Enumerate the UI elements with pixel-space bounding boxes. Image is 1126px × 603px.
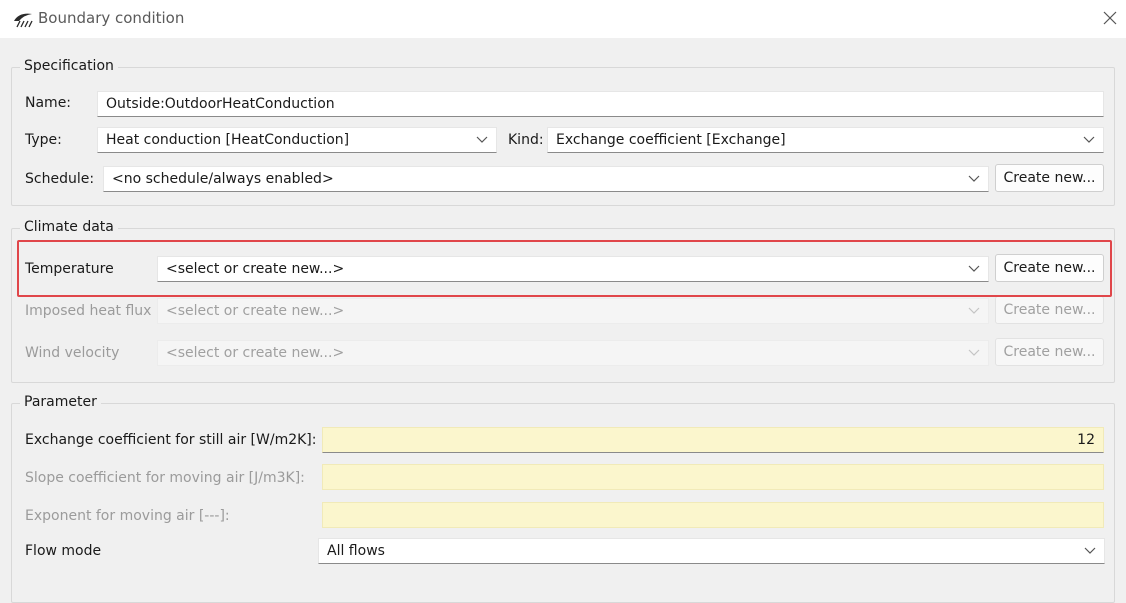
exchange-coefficient-label: Exchange coefficient for still air [W/m2… [25,432,317,448]
exponent-label: Exponent for moving air [---]: [25,508,230,524]
imposed-heat-flux-label: Imposed heat flux [25,303,152,319]
name-input[interactable]: Outside:OutdoorHeatConduction [97,91,1104,117]
chevron-down-icon [968,307,980,314]
schedule-label: Schedule: [25,171,95,187]
chevron-down-icon [476,136,488,143]
imposed-heat-flux-create-new-button[interactable]: Create new... [995,296,1104,324]
schedule-select[interactable]: <no schedule/always enabled> [103,166,989,192]
wind-velocity-select-value: <select or create new...> [166,345,345,361]
wind-velocity-label: Wind velocity [25,345,120,361]
kind-label: Kind: [508,132,544,148]
flow-mode-label: Flow mode [25,543,102,559]
type-label: Type: [25,132,62,148]
slope-coefficient-input[interactable] [322,464,1104,490]
flow-mode-select[interactable]: All flows [318,538,1105,564]
chevron-down-icon [968,349,980,356]
kind-select[interactable]: Exchange coefficient [Exchange] [547,127,1104,153]
parameter-legend: Parameter [20,394,101,410]
type-select-value: Heat conduction [HeatConduction] [106,132,350,148]
climate-data-legend: Climate data [20,219,118,235]
schedule-select-value: <no schedule/always enabled> [112,171,334,187]
exchange-coefficient-input[interactable]: 12 [322,427,1104,453]
exponent-input[interactable] [322,502,1104,528]
temperature-highlight-box [17,240,1112,297]
wind-velocity-create-new-button[interactable]: Create new... [995,338,1104,366]
kind-select-value: Exchange coefficient [Exchange] [556,132,786,148]
flow-mode-select-value: All flows [327,543,385,559]
close-icon[interactable] [1098,6,1122,30]
type-select[interactable]: Heat conduction [HeatConduction] [97,127,497,153]
wind-velocity-select[interactable]: <select or create new...> [157,340,989,366]
slope-coefficient-label: Slope coefficient for moving air [J/m3K]… [25,470,305,486]
imposed-heat-flux-select-value: <select or create new...> [166,303,345,319]
schedule-create-new-button[interactable]: Create new... [995,164,1104,192]
specification-legend: Specification [20,58,118,74]
imposed-heat-flux-select[interactable]: <select or create new...> [157,298,989,324]
name-label: Name: [25,95,72,111]
window-title: Boundary condition [38,9,185,27]
chevron-down-icon [1083,136,1095,143]
chevron-down-icon [968,175,980,182]
title-bar: Boundary condition [0,0,1126,38]
app-logo-icon [14,13,33,28]
chevron-down-icon [1084,547,1096,554]
